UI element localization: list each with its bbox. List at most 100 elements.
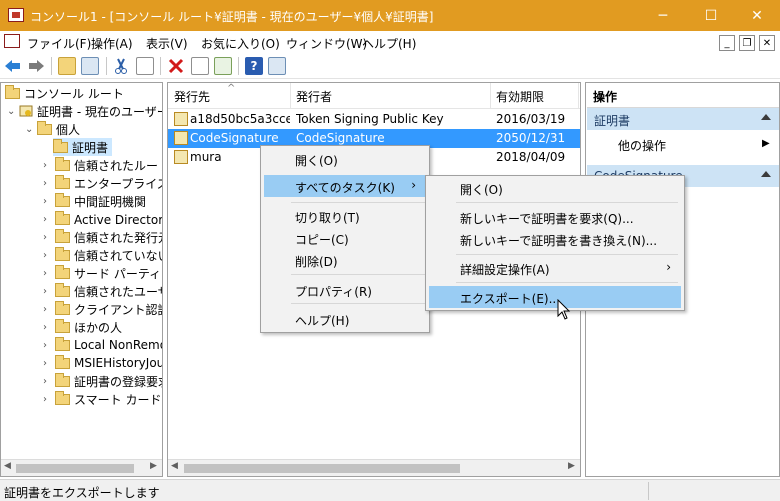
table-row[interactable]: a18d50bc5a3cce19 Token Signing Public Ke… xyxy=(168,110,580,129)
cell-issued-to: CodeSignature xyxy=(190,131,279,145)
chevron-down-icon[interactable]: ⌄ xyxy=(7,106,19,117)
submenu-item-renew-new-key[interactable]: 新しいキーで証明書を書き換え(N)... xyxy=(429,228,681,250)
tree-node-store[interactable]: › 信頼されたルート証明 xyxy=(43,156,162,174)
scrollbar-thumb[interactable] xyxy=(16,464,134,473)
up-folder-icon[interactable] xyxy=(58,57,76,75)
menu-window[interactable]: ウィンドウ(W) xyxy=(286,35,367,52)
menu-favorites[interactable]: お気に入り(O) xyxy=(201,35,280,52)
delete-icon[interactable] xyxy=(167,57,185,75)
title-bar[interactable]: コンソール1 - [コンソール ルート¥証明書 - 現在のユーザー¥個人¥証明書… xyxy=(0,0,780,31)
minimize-button[interactable]: ─ xyxy=(640,0,686,31)
column-header-issued-to[interactable]: 発行先 xyxy=(174,88,210,105)
column-divider[interactable] xyxy=(578,83,579,109)
tree-node-label: スマート カードの信頼 xyxy=(74,392,162,407)
chevron-right-icon[interactable]: › xyxy=(43,268,55,279)
tree-node-store[interactable]: › 信頼された発行元 xyxy=(43,228,162,246)
column-header-expiration[interactable]: 有効期限 xyxy=(496,88,544,105)
menu-item-properties[interactable]: プロパティ(R) xyxy=(264,279,426,301)
menu-label: 詳細設定操作(A) xyxy=(460,263,550,277)
tree-node-store[interactable]: › 証明書の登録要求 xyxy=(43,372,162,390)
tree-node-store[interactable]: › エンタープライズの信頼 xyxy=(43,174,162,192)
chevron-right-icon[interactable]: › xyxy=(43,250,55,261)
menu-item-copy[interactable]: コピー(C) xyxy=(264,227,426,249)
submenu-arrow-icon: › xyxy=(411,178,416,192)
collapse-up-icon[interactable] xyxy=(761,114,771,120)
scroll-right-arrow-icon[interactable]: ▶ xyxy=(150,461,157,471)
tree-node-store[interactable]: › 信頼されたユーザー xyxy=(43,282,162,300)
tree-horizontal-scrollbar[interactable]: ◀ ▶ xyxy=(1,459,162,476)
forward-arrow-icon[interactable] xyxy=(27,58,45,74)
submenu-arrow-icon: › xyxy=(666,260,671,274)
chevron-right-icon[interactable]: › xyxy=(43,196,55,207)
chevron-right-icon[interactable]: › xyxy=(43,214,55,225)
tree-node-certificates[interactable]: 証明書 xyxy=(53,138,113,156)
close-button[interactable]: ✕ xyxy=(734,0,780,31)
tree-node-store[interactable]: › Local NonRemova xyxy=(43,336,162,354)
scroll-right-arrow-icon[interactable]: ▶ xyxy=(568,461,575,471)
menu-item-help[interactable]: ヘルプ(H) xyxy=(264,308,426,330)
scroll-left-arrow-icon[interactable]: ◀ xyxy=(4,461,11,471)
chevron-right-icon[interactable]: › xyxy=(43,376,55,387)
tree-node-store[interactable]: › ほかの人 xyxy=(43,318,122,336)
action-more-actions[interactable]: 他の操作 xyxy=(618,137,666,154)
folder-icon xyxy=(53,138,68,153)
chevron-right-icon[interactable]: › xyxy=(43,160,55,171)
menu-item-delete[interactable]: 削除(D) xyxy=(264,249,426,271)
menu-action[interactable]: 操作(A) xyxy=(91,35,133,52)
menu-view[interactable]: 表示(V) xyxy=(146,35,188,52)
chevron-right-icon[interactable]: › xyxy=(43,286,55,297)
menu-item-cut[interactable]: 切り取り(T) xyxy=(264,205,426,227)
chevron-right-icon[interactable]: › xyxy=(43,394,55,405)
chevron-down-icon[interactable]: ⌄ xyxy=(25,124,37,135)
tree-node-store[interactable]: › サード パーティ ルート証 xyxy=(43,264,162,282)
tree-node-personal[interactable]: ⌄ 個人 xyxy=(25,120,80,138)
mdi-restore-button[interactable]: ❐ xyxy=(739,35,755,51)
menu-help[interactable]: ヘルプ(H) xyxy=(362,35,416,52)
chevron-right-icon[interactable]: › xyxy=(43,304,55,315)
tree-node-store[interactable]: › 中間証明機関 xyxy=(43,192,146,210)
column-divider[interactable] xyxy=(290,83,291,109)
submenu-item-request-new-key[interactable]: 新しいキーで証明書を要求(Q)... xyxy=(429,206,681,228)
tree-node-store[interactable]: › Active Directory ユ xyxy=(43,210,162,228)
menu-file[interactable]: ファイル(F) xyxy=(27,35,91,52)
tree-node-console-root[interactable]: コンソール ルート xyxy=(5,84,124,102)
submenu-item-export[interactable]: エクスポート(E)... xyxy=(429,286,681,308)
chevron-right-icon[interactable]: › xyxy=(43,178,55,189)
console-tree[interactable]: コンソール ルート ⌄ 証明書 - 現在のユーザー ⌄ 個人 証明書 › 信頼されたル… xyxy=(0,82,163,477)
properties-icon[interactable] xyxy=(191,57,209,75)
scrollbar-thumb[interactable] xyxy=(184,464,460,473)
menu-label: ヘルプ(H) xyxy=(295,314,350,328)
tree-node-store[interactable]: › クライアント認証発行 xyxy=(43,300,162,318)
cell-issued-to: a18d50bc5a3cce19 xyxy=(190,112,290,126)
export-list-icon[interactable] xyxy=(214,57,232,75)
collapse-up-icon[interactable] xyxy=(761,171,771,177)
tree-node-store[interactable]: › MSIEHistoryJourna xyxy=(43,354,162,372)
mmc-app-icon[interactable] xyxy=(8,8,24,22)
menu-item-all-tasks[interactable]: すべてのタスク(K) › xyxy=(264,175,426,197)
list-horizontal-scrollbar[interactable]: ◀ ▶ xyxy=(168,459,580,476)
show-action-pane-icon[interactable] xyxy=(268,57,286,75)
tree-node-store[interactable]: › スマート カードの信頼 xyxy=(43,390,162,408)
menu-item-open[interactable]: 開く(O) xyxy=(264,148,426,170)
actions-section-certificates[interactable]: 証明書 xyxy=(587,108,779,130)
cut-icon[interactable] xyxy=(113,57,129,75)
submenu-item-open[interactable]: 開く(O) xyxy=(429,177,681,199)
column-divider[interactable] xyxy=(490,83,491,109)
column-header-issued-by[interactable]: 発行者 xyxy=(296,88,332,105)
mdi-minimize-button[interactable]: _ xyxy=(719,35,735,51)
tree-node-cert-store[interactable]: ⌄ 証明書 - 現在のユーザー xyxy=(7,102,162,120)
chevron-right-icon[interactable]: › xyxy=(43,322,55,333)
mmc-doc-icon[interactable] xyxy=(4,34,20,48)
tree-node-store[interactable]: › 信頼されていない証明 xyxy=(43,246,162,264)
scroll-left-arrow-icon[interactable]: ◀ xyxy=(171,461,178,471)
help-icon[interactable]: ? xyxy=(245,57,263,75)
chevron-right-icon[interactable]: › xyxy=(43,340,55,351)
chevron-right-icon[interactable]: › xyxy=(43,358,55,369)
maximize-button[interactable]: ☐ xyxy=(688,0,734,31)
submenu-item-advanced[interactable]: 詳細設定操作(A) › xyxy=(429,257,681,279)
mdi-close-button[interactable]: ✕ xyxy=(759,35,775,51)
chevron-right-icon[interactable]: › xyxy=(43,232,55,243)
copy-icon[interactable] xyxy=(136,57,154,75)
back-arrow-icon[interactable] xyxy=(4,58,22,74)
show-hide-tree-icon[interactable] xyxy=(81,57,99,75)
